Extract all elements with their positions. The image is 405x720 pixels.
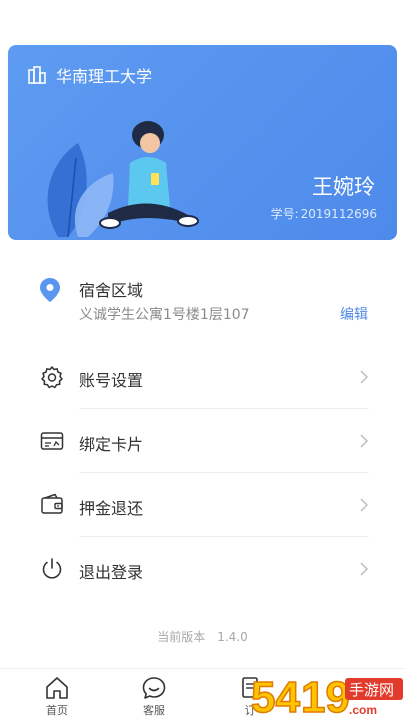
location-pin-icon — [40, 278, 60, 302]
chevron-right-icon — [360, 562, 369, 576]
chat-icon — [142, 677, 166, 699]
chevron-right-icon — [360, 498, 369, 512]
divider — [79, 472, 369, 473]
menu-item-bind-card[interactable]: 绑定卡片 — [0, 413, 405, 473]
menu-item-logout[interactable]: 退出登录 — [0, 541, 405, 601]
profile-card: 华南理工大学 王婉玲 学号: 2019112696 — [8, 45, 397, 240]
building-icon — [28, 66, 46, 84]
chevron-right-icon — [360, 370, 369, 384]
user-name: 王婉玲 — [312, 175, 375, 199]
chevron-right-icon — [360, 434, 369, 448]
dorm-section: 宿舍区域 义诚学生公寓1号楼1层107 编辑 — [0, 268, 405, 348]
tab-service[interactable]: 客服 — [124, 675, 184, 718]
power-icon — [42, 558, 62, 579]
student-id-label: 学号: — [270, 207, 299, 221]
dorm-address: 义诚学生公寓1号楼1层107 — [79, 307, 250, 323]
svg-text:54: 54 — [251, 673, 300, 720]
tab-home[interactable]: 首页 — [27, 675, 87, 718]
menu-label: 账号设置 — [79, 371, 144, 390]
student-id-value: 2019112696 — [300, 207, 377, 221]
divider — [79, 536, 369, 537]
svg-text:.com: .com — [349, 703, 377, 717]
card-icon — [40, 432, 64, 450]
watermark-text: 手游网 — [349, 681, 394, 699]
menu-label: 退出登录 — [79, 563, 144, 582]
divider — [79, 408, 369, 409]
app-version: 当前版本 1.4.0 — [0, 628, 405, 645]
wallet-icon — [41, 493, 63, 514]
school-header: 华南理工大学 — [28, 63, 152, 87]
version-number: 1.4.0 — [217, 630, 248, 644]
menu-item-account-settings[interactable]: 账号设置 — [0, 349, 405, 409]
home-icon — [46, 677, 68, 699]
dorm-title: 宿舍区域 — [79, 281, 144, 300]
menu-label: 绑定卡片 — [79, 435, 144, 454]
menu-item-deposit-refund[interactable]: 押金退还 — [0, 477, 405, 537]
version-label: 当前版本 — [157, 630, 206, 644]
menu-label: 押金退还 — [79, 499, 144, 518]
school-name: 华南理工大学 — [56, 67, 153, 86]
student-id: 学号: 2019112696 — [269, 205, 377, 222]
gear-icon — [41, 366, 63, 389]
edit-dorm-button[interactable]: 编辑 — [340, 304, 368, 324]
watermark-logo: 54 19 手游网 .com — [250, 672, 403, 720]
student-illustration — [47, 121, 199, 237]
tab-label: 首页 — [46, 704, 68, 717]
tab-label: 客服 — [143, 704, 165, 717]
svg-text:19: 19 — [301, 673, 350, 720]
